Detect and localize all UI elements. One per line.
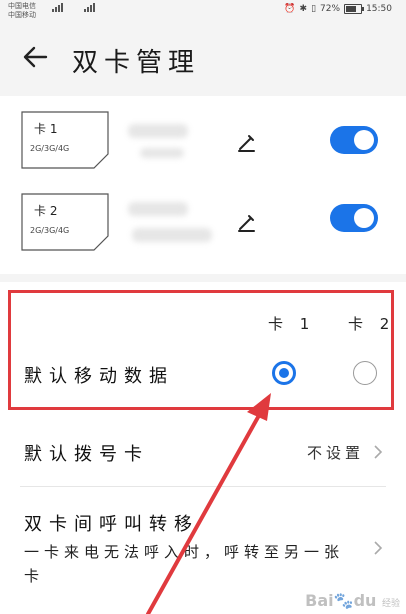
bluetooth-icon: ✱ [299, 4, 308, 14]
baidu-watermark-logo: Bai🐾du 经验 [305, 591, 400, 610]
edit-sim-2-button[interactable] [236, 212, 258, 234]
redacted-number [132, 228, 212, 242]
call-forwarding-title: 双卡间呼叫转移 [24, 514, 199, 535]
column-header-sim-2: 卡 2 [348, 315, 396, 333]
sim-card-icon: 卡 2 2G/3G/4G [20, 192, 110, 252]
clock: 15:50 [366, 4, 392, 14]
sim-2-toggle[interactable] [330, 204, 378, 232]
toggle-knob [354, 130, 374, 150]
signal-icon [52, 3, 63, 12]
toggle-knob [354, 208, 374, 228]
chevron-right-icon[interactable] [372, 540, 384, 556]
chevron-right-icon [374, 445, 383, 459]
carrier-2: 中国移动 [8, 11, 36, 19]
redacted-number [128, 202, 188, 216]
watermark-brand: Bai [305, 591, 334, 610]
title-bar: 双卡管理 [0, 26, 406, 88]
sim-label: 卡 1 [34, 122, 58, 136]
sim-network: 2G/3G/4G [30, 144, 70, 153]
sim-1-toggle[interactable] [330, 126, 378, 154]
watermark-suffix: 经验 [381, 599, 400, 609]
default-call-label: 默认拨号卡 [24, 444, 149, 465]
status-bar: 中国电信 中国移动 ⏰ ✱ ▯ 72% 15:50 [0, 0, 406, 26]
sim-row-1: 卡 1 2G/3G/4G [0, 104, 406, 184]
signal-icon [84, 3, 95, 12]
back-button[interactable] [18, 40, 52, 74]
watermark-paw: du [353, 591, 377, 610]
battery-level [346, 6, 357, 12]
redacted-number [128, 124, 188, 138]
sim-network: 2G/3G/4G [30, 226, 70, 235]
sim-card-icon: 卡 1 2G/3G/4G [20, 110, 110, 170]
carrier-labels: 中国电信 中国移动 [8, 2, 36, 20]
default-data-sim-2-radio[interactable] [353, 361, 377, 385]
default-data-label: 默认移动数据 [24, 366, 174, 387]
sim-row-2: 卡 2 2G/3G/4G [0, 188, 406, 268]
alarm-icon: ⏰ [284, 4, 296, 14]
call-forwarding-description: 一卡来电无法呼入时，呼转至另一张卡 [24, 543, 345, 585]
pencil-icon [238, 215, 255, 232]
page-title: 双卡管理 [72, 48, 201, 78]
default-data-sim-1-radio[interactable] [272, 361, 296, 385]
arrow-left-icon [23, 46, 48, 68]
sim-cards-section: 卡 1 2G/3G/4G 卡 2 2G/3G/4G [0, 96, 406, 274]
redacted-number [140, 148, 184, 158]
vibrate-icon: ▯ [311, 4, 317, 14]
status-icons: ⏰ ✱ ▯ 72% 15:50 [284, 4, 392, 14]
battery-percent: 72% [320, 4, 341, 14]
sim-label: 卡 2 [34, 204, 58, 218]
divider [20, 486, 386, 487]
default-call-value[interactable]: 不设置 [307, 442, 364, 463]
paw-icon: 🐾 [333, 591, 354, 610]
carrier-1: 中国电信 [8, 2, 36, 10]
pencil-icon [238, 135, 255, 152]
battery-icon [344, 4, 365, 14]
edit-sim-1-button[interactable] [236, 132, 258, 154]
column-header-sim-1: 卡 1 [268, 315, 316, 333]
